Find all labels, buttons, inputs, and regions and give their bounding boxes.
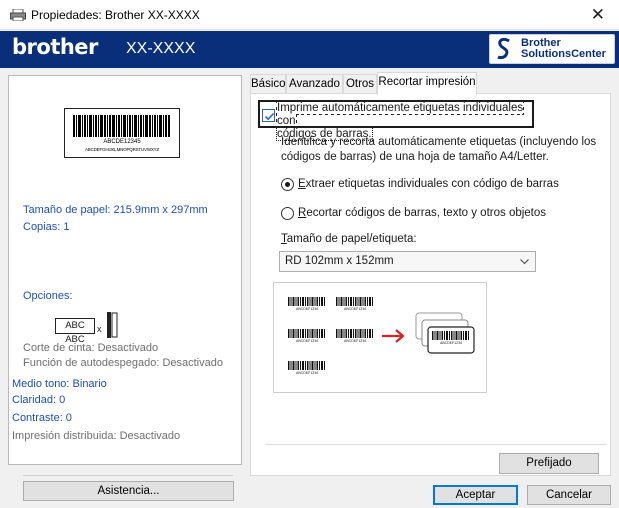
cutter-icon bbox=[107, 312, 118, 338]
distributed-print-text: Impresión distribuida: Desactivado bbox=[12, 430, 181, 442]
auto-print-label-line1: Imprime automáticamente etiquetas indivi… bbox=[275, 101, 525, 128]
radio-crop-label[interactable]: Recortar códigos de barras, texto y otro… bbox=[298, 206, 546, 221]
crop-print-page: Imprime automáticamente etiquetas indivi… bbox=[250, 93, 611, 476]
tab-basic[interactable]: Básico bbox=[250, 74, 286, 94]
paper-size-select[interactable]: RD 102mm x 152mm bbox=[279, 251, 536, 272]
label-preview: ABCDE12345 ABCDEFGHIJKLMNOPQRSTUVWXYZ bbox=[64, 108, 180, 158]
settings-summary-panel: ABCDE12345 ABCDEFGHIJKLMNOPQRSTUVWXYZ Ta… bbox=[8, 75, 242, 465]
paper-size-label-text: amaño de papel/etiqueta: bbox=[286, 233, 417, 245]
left-divider bbox=[23, 475, 233, 476]
auto-peel-text: Función de autodespegado: Desactivado bbox=[23, 357, 223, 369]
illus-code-5: ABCDEF1234 bbox=[296, 371, 318, 375]
radio-crop-text: ecortar códigos de barras, texto y otros… bbox=[306, 207, 547, 219]
cancel-button[interactable]: Cancelar bbox=[527, 485, 611, 505]
radio-crop-objects[interactable] bbox=[281, 207, 294, 220]
default-button[interactable]: Prefijado bbox=[499, 453, 599, 474]
illus-code-3: ABCDEF1234 bbox=[296, 339, 318, 343]
solutions-label-2: SolutionsCenter bbox=[521, 48, 606, 60]
close-icon[interactable]: ✕ bbox=[591, 5, 605, 25]
chevron-down-icon bbox=[520, 259, 529, 265]
tab-divider bbox=[265, 444, 607, 445]
window-title: Propiedades: Brother XX-XXXX bbox=[31, 8, 200, 22]
brightness-text: Claridad: 0 bbox=[12, 394, 66, 406]
illus-code-4: ABCDEF1234 bbox=[344, 339, 366, 343]
paper-size-label: Tamaño de papel/etiqueta: bbox=[281, 232, 417, 247]
printer-icon bbox=[10, 9, 26, 21]
tab-advanced[interactable]: Avanzado bbox=[286, 74, 343, 94]
description-line1: Identifica y recorta automáticamente eti… bbox=[281, 136, 597, 148]
crop-illustration: ABCDEF1234 ABCDEF1234 ABCDEF1234 ABCDEF1… bbox=[273, 282, 487, 393]
description-line2: códigos de barras) de una hoja de tamaño… bbox=[281, 151, 549, 163]
paper-size-text: Tamaño de papel: 215.9mm x 297mm bbox=[23, 204, 208, 216]
solutions-center-button[interactable]: Brother SolutionsCenter bbox=[489, 34, 615, 64]
barcode-graphic bbox=[73, 115, 170, 137]
preview-small-code: ABCDEFGHIJKLMNOPQRSTUVWXYZ bbox=[84, 147, 160, 152]
tab-crop-print[interactable]: Recortar impresión bbox=[377, 72, 477, 95]
solutions-s-icon bbox=[497, 38, 510, 60]
support-button[interactable]: Asistencia... bbox=[23, 481, 234, 501]
halftone-text: Medio tono: Binario bbox=[12, 378, 107, 390]
check-icon bbox=[264, 112, 275, 121]
title-bar: Propiedades: Brother XX-XXXX ✕ bbox=[0, 0, 619, 30]
illus-code-2: ABCDEF1234 bbox=[344, 307, 366, 311]
radio-extract-label[interactable]: Extraer etiquetas individuales con códig… bbox=[298, 177, 559, 192]
illus-code-1: ABCDEF1234 bbox=[296, 307, 318, 311]
tape-cut-icon: ABC ABC x bbox=[55, 312, 125, 345]
brother-logo: brother bbox=[12, 35, 98, 59]
radio-extract-text: xtraer etiquetas individuales con código… bbox=[305, 178, 559, 190]
illus-code-6: ABCDEF1234 bbox=[440, 341, 462, 345]
brand-header: brother XX-XXXX Brother SolutionsCenter bbox=[0, 31, 619, 68]
auto-print-checkbox[interactable] bbox=[262, 109, 275, 122]
tape-icon-x: x bbox=[97, 324, 102, 334]
tab-others[interactable]: Otros bbox=[343, 74, 377, 94]
model-name: XX-XXXX bbox=[126, 40, 196, 57]
paper-size-value: RD 102mm x 152mm bbox=[285, 255, 394, 267]
tape-icon-text: ABC ABC bbox=[55, 318, 95, 345]
preview-code: ABCDE12345 bbox=[103, 139, 141, 145]
contrast-text: Contraste: 0 bbox=[12, 412, 72, 424]
mnemonic-e: E bbox=[298, 178, 306, 190]
radio-extract-labels[interactable] bbox=[281, 178, 294, 191]
ok-button[interactable]: Aceptar bbox=[433, 485, 518, 505]
cut-tape-text: Corte de cinta: Desactivado bbox=[23, 342, 159, 354]
options-heading: Opciones: bbox=[23, 290, 73, 302]
copies-text: Copias: 1 bbox=[23, 221, 70, 233]
